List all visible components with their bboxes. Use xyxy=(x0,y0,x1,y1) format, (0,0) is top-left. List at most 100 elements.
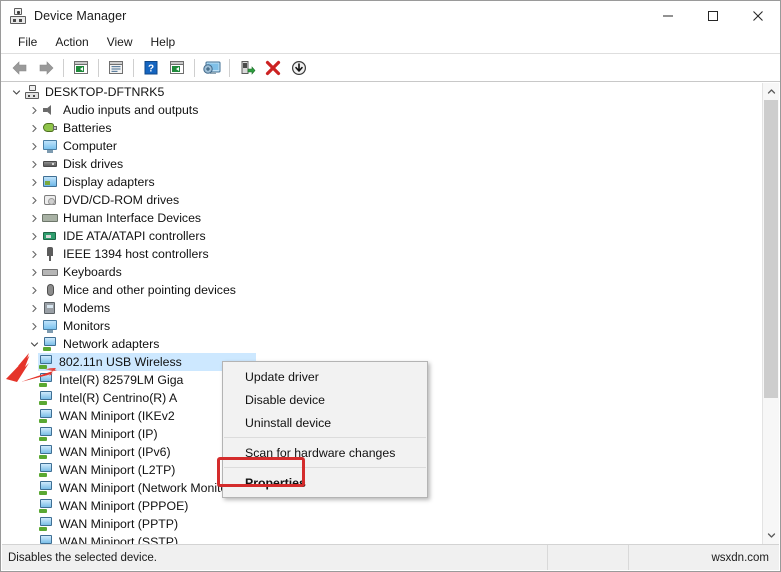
mouse-icon xyxy=(42,282,58,298)
context-menu-item-scan-for-hardware-changes[interactable]: Scan for hardware changes xyxy=(223,441,427,464)
chevron-right-icon[interactable] xyxy=(26,191,42,209)
menu-file[interactable]: File xyxy=(9,32,46,53)
tree-item-label: Keyboards xyxy=(63,265,122,279)
tree-item-disk-drives[interactable]: Disk drives xyxy=(2,155,761,173)
network-device-icon xyxy=(38,516,54,532)
tree-item-root[interactable]: DESKTOP-DFTNRK5 xyxy=(2,83,761,101)
window-controls xyxy=(645,1,780,31)
toolbar: ? xyxy=(1,53,780,82)
tree-item-label: Intel(R) 82579LM Giga xyxy=(59,373,184,387)
toolbar-separator xyxy=(194,58,195,77)
dvd-drive-icon xyxy=(42,192,58,208)
tree-item-dvd-cd-rom-drives[interactable]: DVD/CD-ROM drives xyxy=(2,191,761,209)
tree-item-ide-ata-atapi-controllers[interactable]: IDE ATA/ATAPI controllers xyxy=(2,227,761,245)
tree-item-mice-and-other-pointing-devices[interactable]: Mice and other pointing devices xyxy=(2,281,761,299)
help-icon[interactable]: ? xyxy=(138,56,164,80)
ide-controller-icon xyxy=(42,228,58,244)
tree-item-network-adapters[interactable]: Network adapters xyxy=(2,335,761,353)
chevron-right-icon[interactable] xyxy=(26,155,42,173)
scan-hardware-changes-icon[interactable] xyxy=(199,56,225,80)
tree-item-display-adapters[interactable]: Display adapters xyxy=(2,173,761,191)
tree-item-computer[interactable]: Computer xyxy=(2,137,761,155)
ieee1394-icon xyxy=(42,246,58,262)
tree-item-ieee-1394-host-controllers[interactable]: IEEE 1394 host controllers xyxy=(2,245,761,263)
disk-drive-icon xyxy=(42,156,58,172)
context-menu-item-disable-device[interactable]: Disable device xyxy=(223,388,427,411)
chevron-down-icon[interactable] xyxy=(8,83,24,101)
tree-item-audio-inputs-and-outputs[interactable]: Audio inputs and outputs xyxy=(2,101,761,119)
menu-view[interactable]: View xyxy=(98,32,142,53)
chevron-right-icon[interactable] xyxy=(26,173,42,191)
close-button[interactable] xyxy=(735,1,780,31)
properties-window-icon[interactable] xyxy=(68,56,94,80)
chevron-right-icon[interactable] xyxy=(26,281,42,299)
update-driver-icon[interactable] xyxy=(164,56,190,80)
chevron-right-icon[interactable] xyxy=(26,119,42,137)
device-manager-window: Device Manager File Action View Help ? D… xyxy=(0,0,781,572)
uninstall-device-icon[interactable] xyxy=(260,56,286,80)
menu-bar: File Action View Help xyxy=(1,31,780,53)
tree-item-wan-miniport-pptp[interactable]: WAN Miniport (PPTP) xyxy=(2,515,761,533)
tree-item-label: WAN Miniport (PPPOE) xyxy=(59,499,189,513)
network-device-icon xyxy=(38,354,54,370)
tree-item-label: WAN Miniport (IPv6) xyxy=(59,445,171,459)
context-menu-item-properties[interactable]: Properties xyxy=(223,471,427,494)
chevron-right-icon[interactable] xyxy=(26,209,42,227)
minimize-button[interactable] xyxy=(645,1,690,31)
toolbar-separator xyxy=(98,58,99,77)
show-hide-console-tree-icon[interactable] xyxy=(103,56,129,80)
network-device-icon xyxy=(38,462,54,478)
menu-action[interactable]: Action xyxy=(46,32,97,53)
tree-item-label: Network adapters xyxy=(63,337,160,351)
modem-icon xyxy=(42,300,58,316)
vertical-scrollbar[interactable] xyxy=(762,83,779,544)
network-device-icon xyxy=(38,426,54,442)
display-adapter-icon xyxy=(42,174,58,190)
chevron-down-icon[interactable] xyxy=(26,335,42,353)
tree-item-label: WAN Miniport (IKEv2 xyxy=(59,409,175,423)
speaker-icon xyxy=(42,102,58,118)
computer-root-icon xyxy=(24,84,40,100)
scrollbar-thumb[interactable] xyxy=(764,100,778,398)
network-device-icon xyxy=(38,444,54,460)
tree-item-keyboards[interactable]: Keyboards xyxy=(2,263,761,281)
chevron-right-icon[interactable] xyxy=(26,137,42,155)
tree-item-label: 802.11n USB Wireless xyxy=(59,355,182,369)
disable-device-icon[interactable] xyxy=(286,56,312,80)
chevron-right-icon[interactable] xyxy=(26,227,42,245)
tree-item-label: IEEE 1394 host controllers xyxy=(63,247,209,261)
forward-icon[interactable] xyxy=(33,56,59,80)
tree-item-label: DESKTOP-DFTNRK5 xyxy=(45,85,165,99)
tree-item-label: Human Interface Devices xyxy=(63,211,202,225)
tree-item-wan-miniport-pppoe[interactable]: WAN Miniport (PPPOE) xyxy=(2,497,761,515)
menu-help[interactable]: Help xyxy=(142,32,185,53)
scroll-up-arrow-icon[interactable] xyxy=(763,83,779,100)
tree-item-label: WAN Miniport (PPTP) xyxy=(59,517,179,531)
chevron-right-icon[interactable] xyxy=(26,299,42,317)
tree-item-batteries[interactable]: Batteries xyxy=(2,119,761,137)
network-adapter-icon xyxy=(42,336,58,352)
status-middle-panel xyxy=(548,545,629,570)
tree-item-human-interface-devices[interactable]: Human Interface Devices xyxy=(2,209,761,227)
tree-item-wan-miniport-sstp[interactable]: WAN Miniport (SSTP) xyxy=(2,533,761,544)
status-message: Disables the selected device. xyxy=(2,545,548,570)
chevron-right-icon[interactable] xyxy=(26,263,42,281)
tree-item-modems[interactable]: Modems xyxy=(2,299,761,317)
context-menu-separator xyxy=(224,437,426,438)
scroll-down-arrow-icon[interactable] xyxy=(763,527,779,544)
network-device-icon xyxy=(38,498,54,514)
tree-item-label: Monitors xyxy=(63,319,111,333)
chevron-right-icon[interactable] xyxy=(26,245,42,263)
tree-item-monitors[interactable]: Monitors xyxy=(2,317,761,335)
network-device-icon xyxy=(38,534,54,544)
context-menu-item-uninstall-device[interactable]: Uninstall device xyxy=(223,411,427,434)
enable-device-icon[interactable] xyxy=(234,56,260,80)
chevron-right-icon[interactable] xyxy=(26,317,42,335)
network-device-icon xyxy=(38,372,54,388)
battery-icon xyxy=(42,120,58,136)
device-manager-icon xyxy=(10,8,26,24)
maximize-button[interactable] xyxy=(690,1,735,31)
context-menu-item-update-driver[interactable]: Update driver xyxy=(223,365,427,388)
chevron-right-icon[interactable] xyxy=(26,101,42,119)
back-icon[interactable] xyxy=(7,56,33,80)
